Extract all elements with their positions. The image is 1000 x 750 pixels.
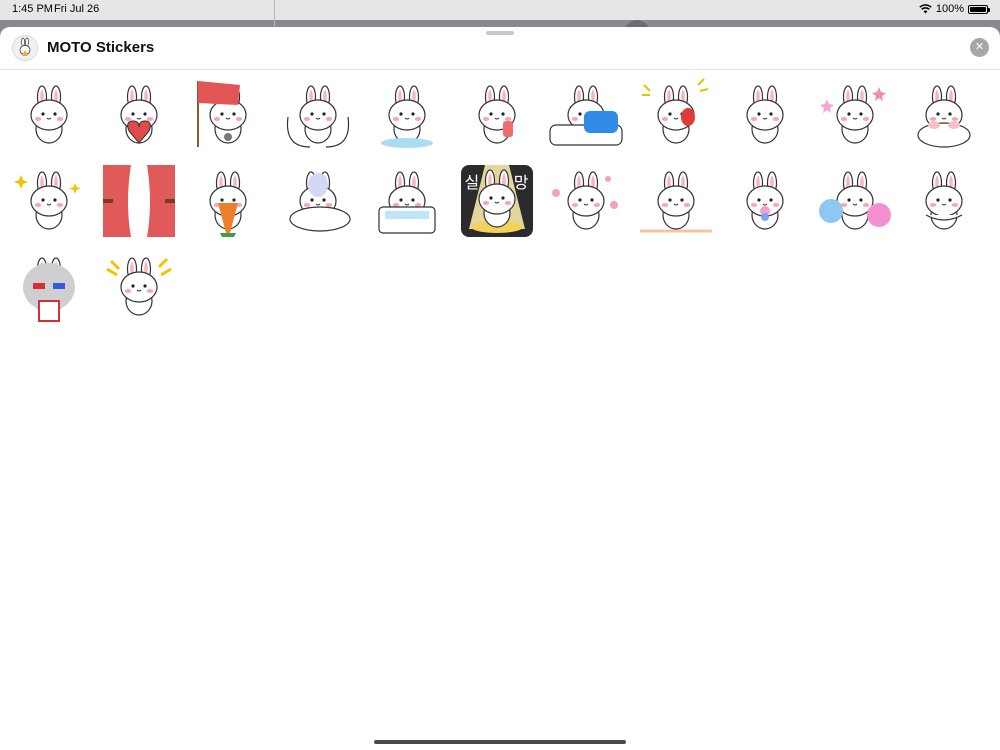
sticker-bunny-blue-pillow-bed[interactable]	[548, 77, 624, 153]
sticker-bunny-red-flag-microphone[interactable]	[190, 77, 266, 153]
sticker-bunny-sitting-on-floor[interactable]	[638, 163, 714, 239]
status-time: 1:45 PM	[12, 3, 53, 15]
battery-percent: 100%	[935, 3, 964, 15]
sticker-sheet: MOTO Stickers ✕ 실망	[0, 27, 1000, 750]
sticker-bunny-crying-holding-paper[interactable]	[459, 77, 535, 153]
close-icon: ✕	[974, 41, 985, 53]
background-divider	[274, 0, 275, 30]
app-icon	[12, 35, 38, 61]
status-bar: 1:45 PM Fri Jul 26 100%	[0, 0, 1000, 20]
sticker-bunny-holding-red-heart[interactable]	[101, 77, 177, 153]
sticker-bunny-pacifier[interactable]	[727, 163, 803, 239]
sticker-bunny-laughing-hand-to-mouth[interactable]	[11, 77, 87, 153]
sticker-bunny-spotlight-disappointed[interactable]: 실망	[459, 163, 535, 239]
sticker-bunny-ghost-lying-down[interactable]	[280, 163, 356, 239]
sheet-header: MOTO Stickers ✕	[0, 27, 1000, 70]
sticker-bunny-bathtub[interactable]	[369, 163, 445, 239]
sticker-bunny-3d-glasses-popcorn[interactable]	[11, 249, 87, 325]
sticker-bunny-standing-smile[interactable]	[727, 77, 803, 153]
sticker-bunny-boxing-glove[interactable]	[638, 77, 714, 153]
battery-fill	[970, 6, 986, 12]
sticker-bunny-stars-sitting[interactable]	[817, 77, 893, 153]
sticker-bunny-sparkles-pointing[interactable]	[11, 163, 87, 239]
home-indicator[interactable]	[374, 740, 626, 744]
sticker-bunny-carrot-costume[interactable]	[190, 163, 266, 239]
sticker-bunny-pom-poms[interactable]	[817, 163, 893, 239]
status-date: Fri Jul 26	[54, 3, 100, 15]
wifi-icon	[919, 4, 932, 14]
sticker-text-left: 실	[464, 173, 480, 192]
sticker-bunny-flowers-around[interactable]	[548, 163, 624, 239]
sticker-bunny-peeking-blush[interactable]	[906, 77, 982, 153]
sticker-text-right: 망	[513, 173, 529, 192]
battery-icon	[968, 4, 990, 14]
sticker-bunny-arms-crossed[interactable]	[906, 163, 982, 239]
sticker-bunny-big-hug-arms[interactable]	[280, 77, 356, 153]
bunny-icon	[19, 37, 31, 56]
close-button[interactable]: ✕	[970, 38, 989, 57]
sheet-title: MOTO Stickers	[47, 39, 155, 56]
sticker-red-curtains-stage[interactable]	[101, 163, 177, 239]
status-right-group: 100%	[919, 3, 990, 15]
sticker-bunny-crying-puddle[interactable]	[369, 77, 445, 153]
sticker-bunny-excited-clapping[interactable]	[101, 249, 177, 325]
